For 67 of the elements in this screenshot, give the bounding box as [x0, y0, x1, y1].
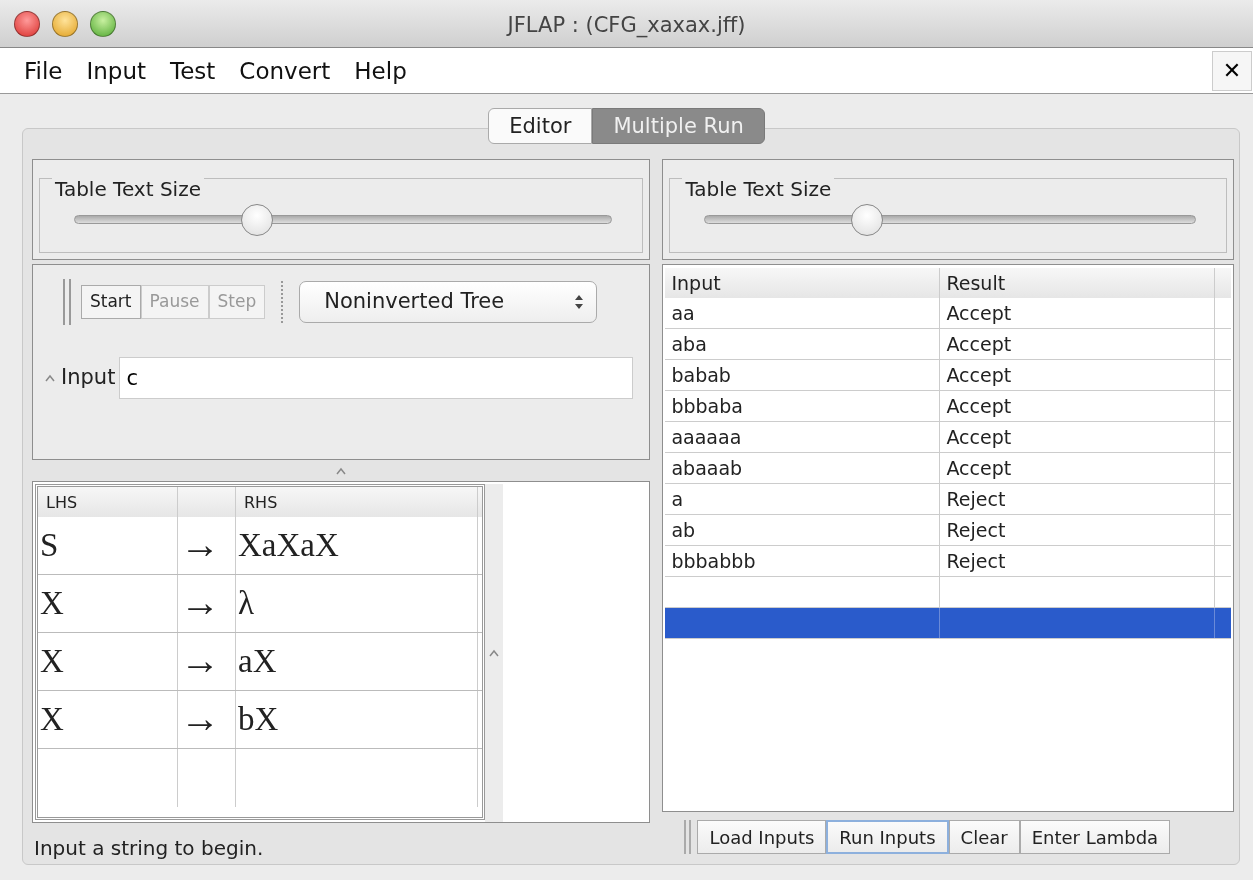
table-cell: Accept: [940, 360, 1216, 390]
grip-icon: [336, 466, 347, 475]
close-window-button[interactable]: [14, 11, 40, 37]
input-field[interactable]: c: [119, 357, 634, 399]
arrow-cell: →: [178, 517, 236, 574]
column-header: RHS: [236, 487, 478, 517]
menu-item[interactable]: Help: [342, 48, 419, 93]
toolbar-grip: [684, 820, 692, 854]
table-cell: Accept: [940, 422, 1216, 452]
selected-row[interactable]: [665, 608, 1231, 639]
toolbar-button[interactable]: Enter Lambda: [1019, 820, 1171, 854]
column-header: Input: [665, 268, 941, 298]
toolbar-button[interactable]: Run Inputs: [826, 820, 949, 854]
slider-thumb[interactable]: [850, 204, 883, 236]
dropdown-value: Noninverted Tree: [324, 288, 505, 316]
menu-item[interactable]: Input: [74, 48, 159, 93]
table-cell: Accept: [940, 329, 1216, 359]
column-header: Result: [940, 268, 1216, 298]
table-cell: X: [38, 691, 178, 748]
toolbar-button[interactable]: Start: [81, 285, 141, 319]
grip-icon: [45, 374, 55, 382]
arrow-cell: →: [178, 633, 236, 690]
slider-track[interactable]: [74, 203, 613, 237]
slider-thumb[interactable]: [241, 204, 274, 236]
toolbar-button[interactable]: Clear: [948, 820, 1020, 854]
table-cell: Accept: [940, 453, 1216, 483]
column-header: LHS: [38, 487, 178, 517]
table-cell: Accept: [940, 298, 1216, 328]
toolbar-button[interactable]: Load Inputs: [697, 820, 827, 854]
table-cell: Reject: [940, 546, 1216, 576]
zoom-window-button[interactable]: [90, 11, 116, 37]
table-cell: ab: [665, 515, 941, 545]
table-cell: babab: [665, 360, 941, 390]
table-cell: Accept: [940, 391, 1216, 421]
table-cell: aba: [665, 329, 941, 359]
slider-track[interactable]: [704, 203, 1196, 237]
table-cell: abaaab: [665, 453, 941, 483]
view-dropdown[interactable]: Noninverted Tree: [299, 281, 598, 323]
table-cell: Reject: [940, 515, 1216, 545]
table-cell: bbbaba: [665, 391, 941, 421]
close-button[interactable]: ✕: [1212, 50, 1252, 91]
table-cell: bbbabbb: [665, 546, 941, 576]
tab[interactable]: Editor: [488, 108, 593, 144]
table-cell: aX: [236, 633, 478, 690]
table-cell: bX: [236, 691, 478, 748]
table-cell: X: [38, 633, 178, 690]
table-cell: S: [38, 517, 178, 574]
table-cell: X: [38, 575, 178, 632]
table-cell: aa: [665, 298, 941, 328]
table-cell: aaaaaa: [665, 422, 941, 452]
grip-icon: [489, 649, 499, 657]
table-cell: λ: [236, 575, 478, 632]
toolbar-grip: [63, 279, 71, 325]
status-text: Input a string to begin.: [33, 835, 265, 862]
menu-item[interactable]: File: [12, 48, 75, 93]
toolbar-separator: [281, 281, 284, 323]
menu-item[interactable]: Test: [158, 48, 228, 93]
arrow-cell: →: [178, 575, 236, 632]
table-cell: a: [665, 484, 941, 514]
minimize-window-button[interactable]: [52, 11, 78, 37]
window-title: JFLAP : (CFG_xaxax.jff): [507, 12, 746, 40]
table-cell: Reject: [940, 484, 1216, 514]
input-label: Input: [61, 364, 116, 392]
table-cell: XaXaX: [236, 517, 478, 574]
arrow-cell: →: [178, 691, 236, 748]
menu-item[interactable]: Convert: [227, 48, 343, 93]
updown-icon: [574, 293, 585, 311]
